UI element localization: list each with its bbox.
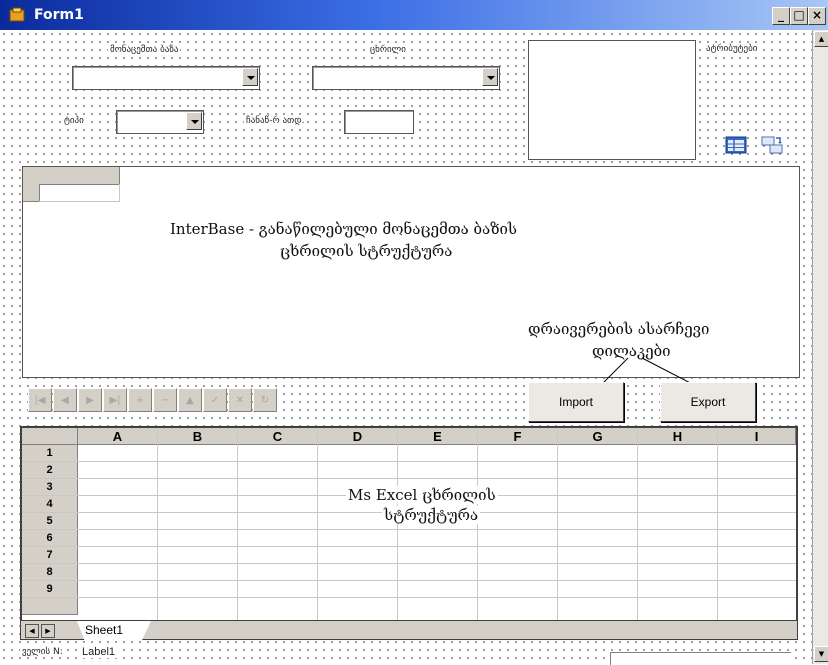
grid-line (22, 563, 796, 564)
excel-sheet[interactable]: A B C D E F G H I 1 2 3 4 5 6 7 8 9 (20, 426, 798, 638)
close-button[interactable]: × (808, 7, 826, 25)
chevron-down-icon[interactable] (186, 112, 202, 130)
minimize-button[interactable]: _ (772, 7, 790, 25)
type-combo[interactable] (116, 110, 204, 134)
tab-scroll-left-icon[interactable]: ◀ (25, 624, 39, 638)
database-label: მონაცემთა ბაზა (108, 45, 181, 55)
grid-line (317, 428, 318, 636)
app-icon (9, 7, 25, 22)
column-header[interactable]: D (318, 428, 398, 445)
nav-insert-button[interactable]: + (128, 388, 152, 412)
grid-row-header[interactable] (23, 184, 40, 202)
database-combo[interactable] (72, 66, 260, 90)
column-header[interactable]: E (398, 428, 478, 445)
grid-line (237, 428, 238, 636)
grid-line (477, 428, 478, 636)
column-header[interactable]: B (158, 428, 238, 445)
excel-annotation-line1: Ms Excel ცხრილის (346, 486, 498, 504)
window-title: Form1 (34, 7, 84, 23)
grid-corner (23, 167, 40, 185)
status-bar: ველის N: Label1 (0, 642, 812, 665)
nav-post-button[interactable]: ✓ (203, 388, 227, 412)
title-bar[interactable]: Form1 _ □ × (0, 0, 828, 30)
form-body: მონაცემთა ბაზა ცხრილი ატრიბუტები ტიპი ჩა… (0, 30, 812, 665)
column-header[interactable]: C (238, 428, 318, 445)
grid-line (22, 580, 796, 581)
row-header[interactable]: 9 (22, 581, 78, 598)
db-navigator: |◀ ◀ ▶ ▶| + − ▲ ✓ ✕ ↻ (28, 388, 278, 414)
nav-delete-button[interactable]: − (153, 388, 177, 412)
vertical-scrollbar[interactable]: ▲ ▼ (812, 30, 828, 664)
grid-line (22, 478, 796, 479)
export-button[interactable]: Export (660, 382, 756, 422)
attributes-list[interactable] (528, 40, 696, 160)
sheet-tab-bar: ◀ ▶ Sheet1 (20, 620, 798, 640)
table-combo[interactable] (312, 66, 500, 90)
row-header[interactable]: 4 (22, 496, 78, 513)
grid-line (22, 529, 796, 530)
nav-cancel-button[interactable]: ✕ (228, 388, 252, 412)
grid-line (22, 461, 796, 462)
nav-edit-button[interactable]: ▲ (178, 388, 202, 412)
interbase-annotation-line2: ცხრილის სტრუქტურა (280, 242, 453, 260)
nav-last-button[interactable]: ▶| (103, 388, 127, 412)
row-header[interactable]: 2 (22, 462, 78, 479)
grid-line (637, 428, 638, 636)
nav-first-button[interactable]: |◀ (28, 388, 52, 412)
row-header[interactable]: 8 (22, 564, 78, 581)
row-header[interactable]: 6 (22, 530, 78, 547)
grid-cell[interactable] (39, 184, 120, 202)
column-header[interactable]: H (638, 428, 718, 445)
scroll-up-icon[interactable]: ▲ (814, 31, 828, 47)
status-field[interactable] (610, 652, 791, 665)
sheet-corner[interactable] (22, 428, 78, 445)
status-label: ველის N: (20, 647, 65, 657)
nav-prior-button[interactable]: ◀ (53, 388, 77, 412)
grid-line (22, 597, 796, 598)
records-label: ჩანაწ-რ ათდ. (244, 116, 307, 126)
grid-line (157, 428, 158, 636)
column-header[interactable]: G (558, 428, 638, 445)
type-label: ტიპი (62, 116, 86, 126)
attributes-label: ატრიბუტები (704, 44, 760, 54)
interbase-grid[interactable] (22, 166, 800, 378)
nav-next-button[interactable]: ▶ (78, 388, 102, 412)
grid-column-header[interactable] (39, 167, 120, 185)
row-header[interactable]: 5 (22, 513, 78, 530)
interbase-annotation-line1: InterBase - განაწილებული მონაცემთა ბაზის (170, 220, 518, 238)
column-header[interactable]: F (478, 428, 558, 445)
transfer-icon[interactable] (760, 134, 784, 156)
restore-button[interactable]: □ (790, 7, 808, 25)
grid-line (717, 428, 718, 636)
excel-annotation-line2: სტრუქტურა (382, 506, 481, 524)
row-header[interactable] (22, 598, 78, 615)
grid-line (397, 428, 398, 636)
import-button[interactable]: Import (528, 382, 624, 422)
scroll-down-icon[interactable]: ▼ (814, 646, 828, 662)
grid-line (557, 428, 558, 636)
row-header[interactable]: 3 (22, 479, 78, 496)
status-value: Label1 (80, 646, 118, 658)
nav-refresh-button[interactable]: ↻ (253, 388, 277, 412)
grid-line (22, 546, 796, 547)
table-view-icon[interactable] (724, 134, 748, 156)
chevron-down-icon[interactable] (482, 68, 498, 86)
records-field[interactable] (344, 110, 414, 134)
tab-sheet1[interactable]: Sheet1 (77, 621, 151, 640)
row-header[interactable]: 7 (22, 547, 78, 564)
row-header[interactable]: 1 (22, 445, 78, 462)
column-header[interactable]: I (718, 428, 796, 445)
table-label: ცხრილი (368, 45, 408, 55)
tab-scroll-right-icon[interactable]: ▶ (41, 624, 55, 638)
column-header[interactable]: A (78, 428, 158, 445)
chevron-down-icon[interactable] (242, 68, 258, 86)
driver-annotation-line1: დრაივერების ასარჩევი (528, 320, 710, 338)
